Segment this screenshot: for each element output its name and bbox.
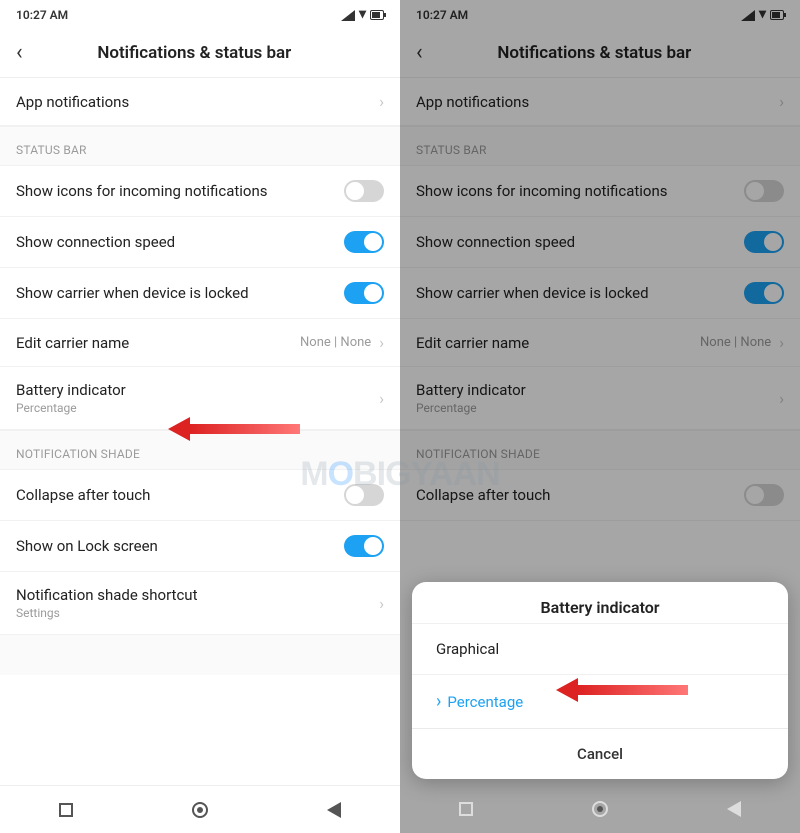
status-bar: 10:27 AM ▾	[400, 0, 800, 30]
status-icons: ▾	[741, 7, 784, 23]
edit-carrier-value: None | None	[300, 335, 371, 350]
spacer	[0, 635, 400, 675]
page-header: ‹ Notifications & status bar	[0, 30, 400, 78]
sheet-option-graphical[interactable]: Graphical	[412, 623, 788, 674]
toggle-show-on-lock[interactable]	[344, 535, 384, 557]
row-battery-indicator[interactable]: Battery indicator Percentage ›	[400, 367, 800, 430]
toggle-carrier-locked[interactable]	[744, 282, 784, 304]
phone-right: 10:27 AM ▾ ‹ Notifications & status bar …	[400, 0, 800, 833]
toggle-carrier-locked[interactable]	[344, 282, 384, 304]
toggle-show-icons[interactable]	[344, 180, 384, 202]
recents-icon[interactable]	[59, 803, 73, 817]
battery-icon	[370, 10, 384, 20]
label: Edit carrier name	[416, 334, 529, 352]
label: Show connection speed	[16, 233, 175, 251]
toggle-connection-speed[interactable]	[344, 231, 384, 253]
row-edit-carrier[interactable]: Edit carrier name None | None ›	[0, 319, 400, 367]
chevron-right-icon: ›	[779, 389, 784, 408]
row-show-icons[interactable]: Show icons for incoming notifications	[0, 166, 400, 217]
section-status-bar: STATUS BAR	[0, 126, 400, 166]
section-status-bar: STATUS BAR	[400, 126, 800, 166]
row-edit-carrier[interactable]: Edit carrier name None | None ›	[400, 319, 800, 367]
label: Show connection speed	[416, 233, 575, 251]
chevron-right-icon: ›	[779, 333, 784, 352]
sublabel: Percentage	[416, 401, 526, 415]
back-nav-icon[interactable]	[727, 801, 741, 817]
option-label: Percentage	[447, 693, 523, 711]
row-carrier-locked[interactable]: Show carrier when device is locked	[0, 268, 400, 319]
toggle-connection-speed[interactable]	[744, 231, 784, 253]
label: Edit carrier name	[16, 334, 129, 352]
row-collapse-after-touch[interactable]: Collapse after touch	[400, 470, 800, 521]
status-bar: 10:27 AM ▾	[0, 0, 400, 30]
recents-icon[interactable]	[459, 802, 473, 816]
label: Collapse after touch	[416, 486, 550, 504]
label: Collapse after touch	[16, 486, 150, 504]
chevron-right-icon: ›	[379, 92, 384, 111]
sublabel: Percentage	[16, 401, 126, 415]
label: Battery indicator	[16, 381, 126, 399]
toggle-show-icons[interactable]	[744, 180, 784, 202]
label: Show carrier when device is locked	[16, 284, 249, 302]
row-collapse-after-touch[interactable]: Collapse after touch	[0, 470, 400, 521]
label: Show icons for incoming notifications	[416, 182, 668, 200]
row-app-notifications[interactable]: App notifications ›	[400, 78, 800, 126]
edit-carrier-value: None | None	[700, 335, 771, 350]
label: App notifications	[416, 93, 529, 111]
clock-text: 10:27 AM	[16, 8, 68, 22]
toggle-collapse[interactable]	[344, 484, 384, 506]
label: Notification shade shortcut	[16, 586, 198, 604]
wifi-icon: ▾	[359, 6, 366, 22]
status-icons: ▾	[341, 7, 384, 23]
annotation-arrow-left	[168, 417, 300, 441]
page-header: ‹ Notifications & status bar	[400, 30, 800, 78]
android-navbar	[400, 785, 800, 833]
page-title: Notifications & status bar	[405, 43, 784, 63]
chevron-right-icon: ›	[379, 594, 384, 613]
home-icon[interactable]	[192, 802, 208, 818]
chevron-right-icon: ›	[379, 389, 384, 408]
wifi-icon: ▾	[759, 6, 766, 22]
label: Battery indicator	[416, 381, 526, 399]
toggle-collapse[interactable]	[744, 484, 784, 506]
chevron-right-icon: ›	[779, 92, 784, 111]
option-label: Graphical	[436, 640, 499, 658]
home-icon[interactable]	[592, 801, 608, 817]
battery-icon	[770, 10, 784, 20]
row-shade-shortcut[interactable]: Notification shade shortcut Settings ›	[0, 572, 400, 635]
section-notification-shade: NOTIFICATION SHADE	[400, 430, 800, 470]
sheet-title: Battery indicator	[412, 582, 788, 623]
label: Show icons for incoming notifications	[16, 182, 268, 200]
label: Show on Lock screen	[16, 537, 158, 555]
row-connection-speed[interactable]: Show connection speed	[0, 217, 400, 268]
android-navbar	[0, 785, 400, 833]
chevron-right-icon: ›	[379, 333, 384, 352]
row-carrier-locked[interactable]: Show carrier when device is locked	[400, 268, 800, 319]
sheet-cancel-button[interactable]: Cancel	[412, 728, 788, 779]
annotation-arrow-right	[556, 678, 688, 702]
label: App notifications	[16, 93, 129, 111]
row-app-notifications[interactable]: App notifications ›	[0, 78, 400, 126]
sublabel: Settings	[16, 606, 198, 620]
back-nav-icon[interactable]	[327, 802, 341, 818]
signal-icon	[741, 10, 755, 21]
label: Show carrier when device is locked	[416, 284, 649, 302]
clock-text: 10:27 AM	[416, 8, 468, 22]
row-show-icons[interactable]: Show icons for incoming notifications	[400, 166, 800, 217]
row-show-on-lock[interactable]: Show on Lock screen	[0, 521, 400, 572]
row-connection-speed[interactable]: Show connection speed	[400, 217, 800, 268]
phone-left: 10:27 AM ▾ ‹ Notifications & status bar …	[0, 0, 400, 833]
signal-icon	[341, 10, 355, 21]
page-title: Notifications & status bar	[5, 43, 384, 63]
